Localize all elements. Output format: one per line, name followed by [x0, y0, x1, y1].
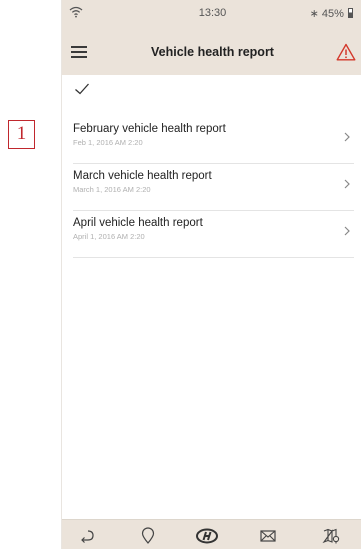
report-date: Feb 1, 2016 AM 2:20	[73, 138, 143, 147]
battery-percent: 45%	[321, 8, 344, 20]
location-pin-icon[interactable]	[139, 527, 157, 545]
report-date: March 1, 2016 AM 2:20	[73, 185, 151, 194]
hyundai-logo-icon[interactable]	[196, 527, 218, 545]
status-right: ∗ 45%	[310, 7, 353, 20]
report-list: February vehicle health report Feb 1, 20…	[62, 117, 361, 258]
phone-screen: 13:30 ∗ 45% Vehicle health report Februa…	[61, 0, 361, 549]
report-date: April 1, 2016 AM 2:20	[73, 232, 145, 241]
list-item[interactable]: April vehicle health report April 1, 201…	[62, 211, 361, 258]
chevron-right-icon	[344, 179, 350, 189]
report-title: February vehicle health report	[73, 123, 226, 135]
map-icon[interactable]	[322, 527, 340, 545]
chevron-right-icon	[344, 226, 350, 236]
list-item[interactable]: February vehicle health report Feb 1, 20…	[62, 117, 361, 164]
report-title: March vehicle health report	[73, 170, 212, 182]
list-item[interactable]: March vehicle health report March 1, 201…	[62, 164, 361, 211]
page-title: Vehicle health report	[151, 45, 274, 59]
title-bar: Vehicle health report	[62, 27, 361, 75]
battery-icon	[348, 8, 353, 18]
warning-icon[interactable]	[336, 43, 356, 61]
status-bar: 13:30 ∗ 45%	[62, 0, 361, 27]
check-icon[interactable]	[74, 82, 90, 96]
bluetooth-icon: ∗	[309, 8, 319, 20]
annotation-callout: 1	[8, 120, 35, 149]
return-icon[interactable]	[78, 527, 96, 545]
chevron-right-icon	[344, 132, 350, 142]
bottom-nav	[62, 519, 361, 549]
mail-icon[interactable]	[259, 527, 277, 545]
report-title: April vehicle health report	[73, 217, 203, 229]
divider	[73, 257, 354, 258]
